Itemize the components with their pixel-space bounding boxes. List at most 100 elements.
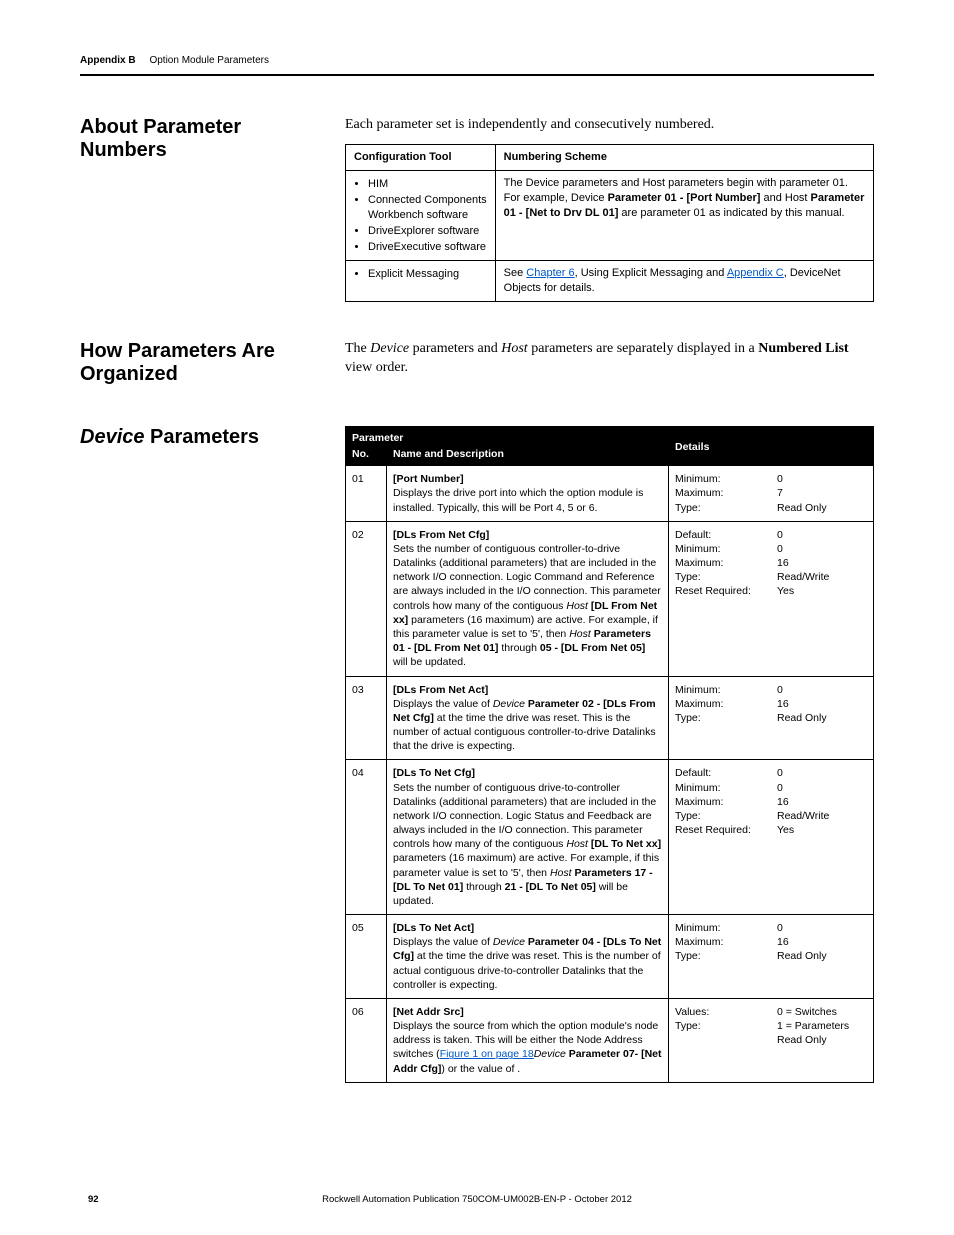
param-desc: [DLs To Net Cfg]Sets the number of conti…: [387, 760, 669, 915]
param-row: 02[DLs From Net Cfg]Sets the number of c…: [346, 521, 874, 676]
cfg-th-scheme: Numbering Scheme: [495, 145, 873, 171]
param-desc: [DLs From Net Act]Displays the value of …: [387, 676, 669, 760]
section-how: How Parameters Are Organized The Device …: [80, 340, 874, 388]
detail-value: Read/Write: [777, 809, 867, 823]
th-name: Name and Description: [387, 447, 669, 466]
detail-label: Type:: [675, 1019, 765, 1033]
detail-value: 16: [777, 795, 867, 809]
param-values: 0016Read/WriteYes: [771, 760, 874, 915]
detail-value: 0 = Switches: [777, 1005, 867, 1019]
tool-item: DriveExecutive software: [368, 240, 487, 255]
about-intro: Each parameter set is independently and …: [345, 116, 874, 135]
appendix-c-link[interactable]: Appendix C: [727, 267, 784, 279]
detail-label: Maximum:: [675, 697, 765, 711]
detail-value: 16: [777, 935, 867, 949]
detail-label: Default:: [675, 528, 765, 542]
param-details: Minimum:Maximum:Type:: [669, 466, 772, 522]
param-desc: [Net Addr Src]Displays the source from w…: [387, 998, 669, 1082]
detail-value: 16: [777, 697, 867, 711]
param-row: 05[DLs To Net Act]Displays the value of …: [346, 915, 874, 999]
param-name: [Net Addr Src]: [393, 1006, 464, 1018]
param-no: 04: [346, 760, 387, 915]
header-rule: [80, 74, 874, 76]
param-details: Values:Type:: [669, 998, 772, 1082]
param-name: [Port Number]: [393, 473, 464, 485]
inline-link[interactable]: Figure 1 on page 18: [440, 1048, 534, 1060]
cfg-th-tool: Configuration Tool: [346, 145, 496, 171]
detail-label: Reset Required:: [675, 823, 765, 837]
detail-value: Read Only: [777, 1033, 867, 1047]
section-heading: How Parameters Are Organized: [80, 340, 325, 386]
detail-value: 0: [777, 921, 867, 935]
section-heading: Device Parameters: [80, 426, 325, 449]
detail-label: Minimum:: [675, 472, 765, 486]
section-about: About Parameter Numbers Each parameter s…: [80, 116, 874, 303]
tool-item: Connected Components Workbench software: [368, 193, 487, 223]
scheme-cell: See Chapter 6, Using Explicit Messaging …: [495, 261, 873, 302]
detail-label: Type:: [675, 711, 765, 725]
detail-value: 0: [777, 472, 867, 486]
param-name: [DLs From Net Act]: [393, 684, 488, 696]
param-no: 06: [346, 998, 387, 1082]
detail-value: 0: [777, 683, 867, 697]
detail-label: Maximum:: [675, 486, 765, 500]
param-name: [DLs To Net Act]: [393, 922, 474, 934]
detail-value: 7: [777, 486, 867, 500]
param-values: 0016Read/WriteYes: [771, 521, 874, 676]
detail-value: 0: [777, 528, 867, 542]
param-name: [DLs To Net Cfg]: [393, 767, 475, 779]
publication-line: Rockwell Automation Publication 750COM-U…: [80, 1194, 874, 1207]
param-desc: [DLs To Net Act]Displays the value of De…: [387, 915, 669, 999]
detail-label: Maximum:: [675, 795, 765, 809]
param-row: 04[DLs To Net Cfg]Sets the number of con…: [346, 760, 874, 915]
appendix-label: Appendix B: [80, 55, 136, 66]
detail-value: Read Only: [777, 711, 867, 725]
cfg-row: HIM Connected Components Workbench softw…: [346, 171, 874, 261]
tool-list: Explicit Messaging: [354, 267, 487, 282]
detail-label: Maximum:: [675, 935, 765, 949]
param-row: 03[DLs From Net Act]Displays the value o…: [346, 676, 874, 760]
param-no: 05: [346, 915, 387, 999]
param-values: 0 = Switches1 = ParametersRead Only: [771, 998, 874, 1082]
detail-value: Yes: [777, 584, 867, 598]
detail-value: 1 = Parameters: [777, 1019, 867, 1033]
running-header: Appendix B Option Module Parameters: [80, 54, 874, 68]
param-desc: [DLs From Net Cfg]Sets the number of con…: [387, 521, 669, 676]
param-details: Default:Minimum:Maximum:Type:Reset Requi…: [669, 521, 772, 676]
detail-label: Minimum:: [675, 781, 765, 795]
param-name: [DLs From Net Cfg]: [393, 529, 489, 541]
detail-value: 0: [777, 542, 867, 556]
detail-value: 0: [777, 766, 867, 780]
detail-label: Minimum:: [675, 683, 765, 697]
th-details: Details: [669, 426, 874, 465]
param-desc: [Port Number]Displays the drive port int…: [387, 466, 669, 522]
detail-label: Type:: [675, 949, 765, 963]
param-row: 06[Net Addr Src]Displays the source from…: [346, 998, 874, 1082]
detail-value: Read Only: [777, 949, 867, 963]
cfg-row: Explicit Messaging See Chapter 6, Using …: [346, 261, 874, 302]
scheme-cell: The Device parameters and Host parameter…: [495, 171, 873, 261]
detail-label: Type:: [675, 501, 765, 515]
tool-item: Explicit Messaging: [368, 267, 487, 282]
detail-label: Minimum:: [675, 921, 765, 935]
param-row: 01[Port Number]Displays the drive port i…: [346, 466, 874, 522]
param-no: 03: [346, 676, 387, 760]
tool-item: DriveExplorer software: [368, 224, 487, 239]
section-heading: About Parameter Numbers: [80, 116, 325, 162]
param-values: 07Read Only: [771, 466, 874, 522]
config-table: Configuration Tool Numbering Scheme HIM …: [345, 144, 874, 302]
detail-label: Reset Required:: [675, 584, 765, 598]
detail-value: 0: [777, 781, 867, 795]
detail-label: Type:: [675, 570, 765, 584]
device-param-table: Parameter Details No. Name and Descripti…: [345, 426, 874, 1083]
param-details: Minimum:Maximum:Type:: [669, 676, 772, 760]
detail-label: Values:: [675, 1005, 765, 1019]
detail-value: Yes: [777, 823, 867, 837]
param-details: Minimum:Maximum:Type:: [669, 915, 772, 999]
detail-value: Read Only: [777, 501, 867, 515]
detail-value: Read/Write: [777, 570, 867, 584]
chapter6-link[interactable]: Chapter 6: [526, 267, 574, 279]
tool-list: HIM Connected Components Workbench softw…: [354, 177, 487, 254]
detail-label: Type:: [675, 809, 765, 823]
detail-label: Maximum:: [675, 556, 765, 570]
